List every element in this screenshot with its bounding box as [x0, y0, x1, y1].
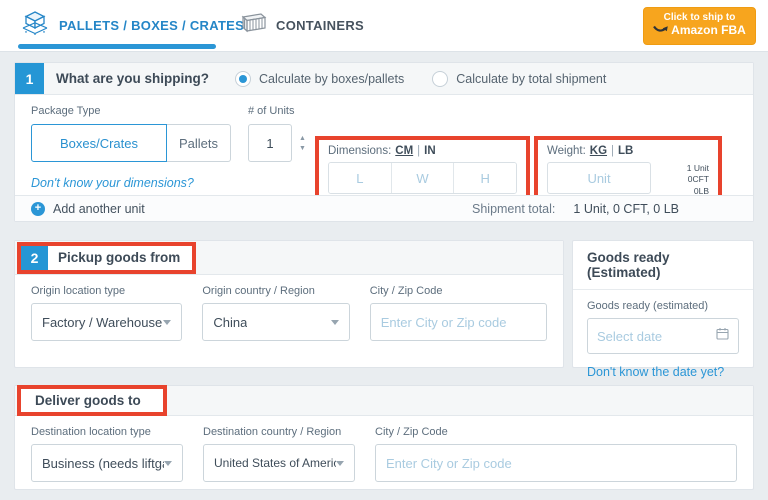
dimensions-unit-in[interactable]: IN — [424, 145, 436, 157]
origin-country-value: China — [213, 315, 247, 330]
dimensions-inputs — [328, 162, 517, 194]
units-label: # of Units — [248, 105, 306, 117]
chevron-down-icon — [331, 320, 339, 325]
stepper-down-icon[interactable]: ▼ — [299, 145, 306, 152]
amazon-smile-arrow-icon — [653, 23, 668, 37]
origin-country-label: Origin country / Region — [202, 285, 349, 297]
weight-label: Weight: — [547, 145, 586, 157]
stepper-up-icon[interactable]: ▲ — [299, 135, 306, 142]
radio-calculate-by-total[interactable]: Calculate by total shipment — [432, 71, 606, 87]
destination-city-label: City / Zip Code — [375, 426, 737, 438]
destination-city-input[interactable] — [375, 444, 737, 482]
weight-unit-lb[interactable]: LB — [618, 145, 633, 157]
destination-country-value: United States of America — [214, 456, 336, 470]
origin-location-type-value: Factory / Warehouse — [42, 315, 162, 330]
unit-summary-units: 1 Unit — [687, 163, 709, 174]
width-input[interactable] — [391, 163, 454, 193]
height-input[interactable] — [453, 163, 516, 193]
radio-by-boxes-label: Calculate by boxes/pallets — [259, 72, 404, 86]
add-another-unit-link[interactable]: Add another unit — [53, 202, 145, 216]
section-what-are-you-shipping: 1 What are you shipping? Calculate by bo… — [14, 62, 754, 222]
calendar-icon — [716, 327, 729, 345]
weight-unit-kg[interactable]: KG — [590, 145, 607, 157]
container-icon — [235, 11, 267, 40]
origin-city-input[interactable] — [370, 303, 547, 341]
goods-ready-date-picker[interactable]: Select date — [587, 318, 739, 354]
pallet-icon — [20, 10, 50, 41]
top-tab-bar: PALLETS / BOXES / CRATES CONTAINERS Clic… — [0, 0, 768, 52]
chevron-down-icon — [164, 461, 172, 466]
origin-country-select[interactable]: China — [202, 303, 349, 341]
radio-selected-icon[interactable] — [235, 71, 251, 87]
origin-location-type-label: Origin location type — [31, 285, 182, 297]
active-tab-underline — [18, 44, 216, 49]
pickup-title: Pickup goods from — [58, 250, 180, 265]
amazon-fba-button[interactable]: Click to ship to Amazon FBA — [643, 7, 756, 45]
package-type-toggle: Boxes/Crates Pallets — [31, 124, 231, 162]
shipment-total-value: 1 Unit, 0 CFT, 0 LB — [573, 202, 679, 216]
tab-containers-label: CONTAINERS — [276, 18, 364, 33]
chevron-down-icon — [163, 320, 171, 325]
destination-location-type-label: Destination location type — [31, 426, 183, 438]
package-type-label: Package Type — [31, 105, 231, 117]
dont-know-dimensions-link[interactable]: Don't know your dimensions? — [31, 176, 231, 190]
chevron-down-icon — [336, 461, 344, 466]
destination-country-label: Destination country / Region — [203, 426, 355, 438]
fba-button-line2: Amazon FBA — [671, 23, 746, 37]
add-unit-plus-icon[interactable]: + — [31, 202, 45, 216]
unit-summary-cft: 0CFT — [687, 174, 709, 185]
deliver-annotation-box: Deliver goods to — [17, 385, 167, 416]
deliver-title: Deliver goods to — [35, 393, 141, 408]
dimensions-unit-separator: | — [417, 145, 420, 157]
unit-summary: 1 Unit 0CFT 0LB — [687, 162, 709, 197]
panel-goods-ready: Goods ready (Estimated) Goods ready (est… — [572, 240, 754, 368]
radio-by-total-label: Calculate by total shipment — [456, 72, 606, 86]
package-type-pallets-button[interactable]: Pallets — [167, 124, 231, 162]
pickup-annotation-box: 2 Pickup goods from — [17, 242, 196, 274]
dimensions-unit-cm[interactable]: CM — [395, 145, 413, 157]
section1-title: What are you shipping? — [56, 71, 209, 86]
units-value[interactable]: 1 — [248, 124, 292, 162]
goods-ready-title: Goods ready (Estimated) — [573, 241, 753, 290]
destination-location-type-value: Business (needs liftgate) — [42, 456, 164, 471]
section-pickup-goods-from: 2 Pickup goods from Origin location type… — [14, 240, 564, 368]
units-stepper: 1 ▲ ▼ — [248, 124, 306, 162]
dimensions-label: Dimensions: — [328, 145, 391, 157]
length-input[interactable] — [329, 163, 391, 193]
goods-ready-field-label: Goods ready (estimated) — [587, 300, 739, 312]
origin-city-label: City / Zip Code — [370, 285, 547, 297]
section2-number-badge: 2 — [21, 246, 48, 270]
tab-pallets-label: PALLETS / BOXES / CRATES — [59, 18, 244, 33]
section1-number-badge: 1 — [15, 63, 44, 94]
fba-button-line1: Click to ship to — [644, 12, 755, 23]
radio-unselected-icon[interactable] — [432, 71, 448, 87]
weight-unit-separator: | — [611, 145, 614, 157]
destination-country-select[interactable]: United States of America — [203, 444, 355, 482]
shipment-total-label: Shipment total: — [472, 202, 555, 216]
radio-calculate-by-boxes[interactable]: Calculate by boxes/pallets — [235, 71, 404, 87]
weight-input[interactable] — [547, 162, 651, 194]
section-deliver-goods-to: Deliver goods to Destination location ty… — [14, 385, 754, 490]
destination-location-type-select[interactable]: Business (needs liftgate) — [31, 444, 183, 482]
package-type-boxes-crates-button[interactable]: Boxes/Crates — [31, 124, 167, 162]
origin-location-type-select[interactable]: Factory / Warehouse — [31, 303, 182, 341]
tab-containers[interactable]: CONTAINERS — [235, 0, 364, 51]
dont-know-date-link[interactable]: Don't know the date yet? — [587, 365, 739, 379]
goods-ready-date-placeholder: Select date — [597, 329, 662, 344]
